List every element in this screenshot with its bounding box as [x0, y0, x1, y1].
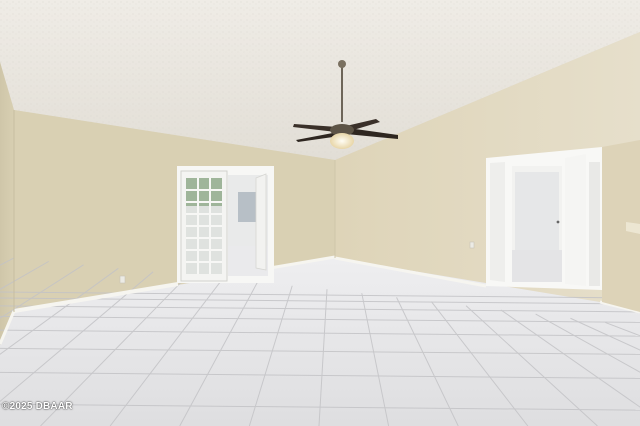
room-illustration — [0, 0, 640, 426]
adjacent-door — [589, 162, 600, 286]
door-jamb — [490, 162, 505, 282]
open-door-leaf[interactable] — [255, 173, 267, 271]
photo-watermark: ©2025 DBAAR — [2, 401, 73, 412]
french-door-opening[interactable] — [177, 166, 274, 283]
side-door-frame — [565, 154, 586, 286]
far-window — [238, 192, 258, 222]
left-wall — [0, 62, 14, 345]
fan-canopy — [338, 60, 346, 68]
hallway-doorway[interactable] — [486, 147, 602, 290]
wall-outlet-right — [469, 241, 475, 249]
empty-room-photo: ©2025 DBAAR — [0, 0, 640, 426]
fan-light-globe — [330, 133, 354, 149]
door-knob — [556, 220, 560, 224]
wall-outlet — [119, 275, 126, 284]
